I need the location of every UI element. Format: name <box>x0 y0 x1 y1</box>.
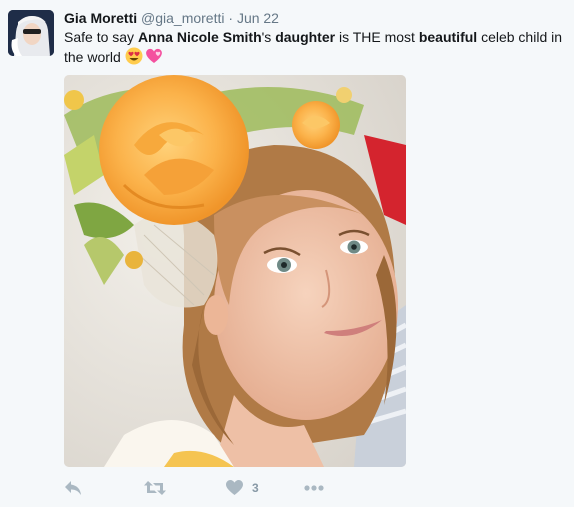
more-button[interactable] <box>304 476 324 500</box>
text-part: Safe to say <box>64 29 138 45</box>
author-name[interactable]: Gia Moretti <box>64 10 137 26</box>
tweet-text: Safe to say Anna Nicole Smith's daughter… <box>64 28 564 67</box>
tweet-photo[interactable] <box>64 75 406 467</box>
like-count: 3 <box>252 481 259 495</box>
tweet-date[interactable]: Jun 22 <box>237 10 279 26</box>
text-bold-daughter: daughter <box>275 29 336 45</box>
reply-icon <box>65 481 81 495</box>
retweet-button[interactable] <box>144 476 166 500</box>
revolving-hearts-emoji-icon <box>145 48 162 63</box>
like-button[interactable]: 3 <box>226 476 259 500</box>
photo-girl-with-flower-crown <box>64 75 406 467</box>
text-part: is THE most <box>335 29 419 45</box>
text-bold-beautiful: beautiful <box>418 29 478 45</box>
tweet-header: Gia Moretti @gia_moretti · Jun 22 <box>64 8 279 28</box>
text-bold-name: Anna Nicole Smith <box>137 29 262 45</box>
meta-separator: · <box>228 10 234 26</box>
author-handle[interactable]: @gia_moretti <box>141 10 224 26</box>
heart-eyes-emoji-icon <box>125 47 143 65</box>
text-part: 's <box>261 29 276 45</box>
more-dots-icon <box>304 485 324 491</box>
author-avatar[interactable] <box>8 10 54 56</box>
tweet-actions: 3 <box>64 476 364 500</box>
reply-button[interactable] <box>64 476 82 500</box>
avatar-image <box>8 10 54 56</box>
heart-icon <box>226 480 243 495</box>
retweet-icon <box>144 481 166 495</box>
